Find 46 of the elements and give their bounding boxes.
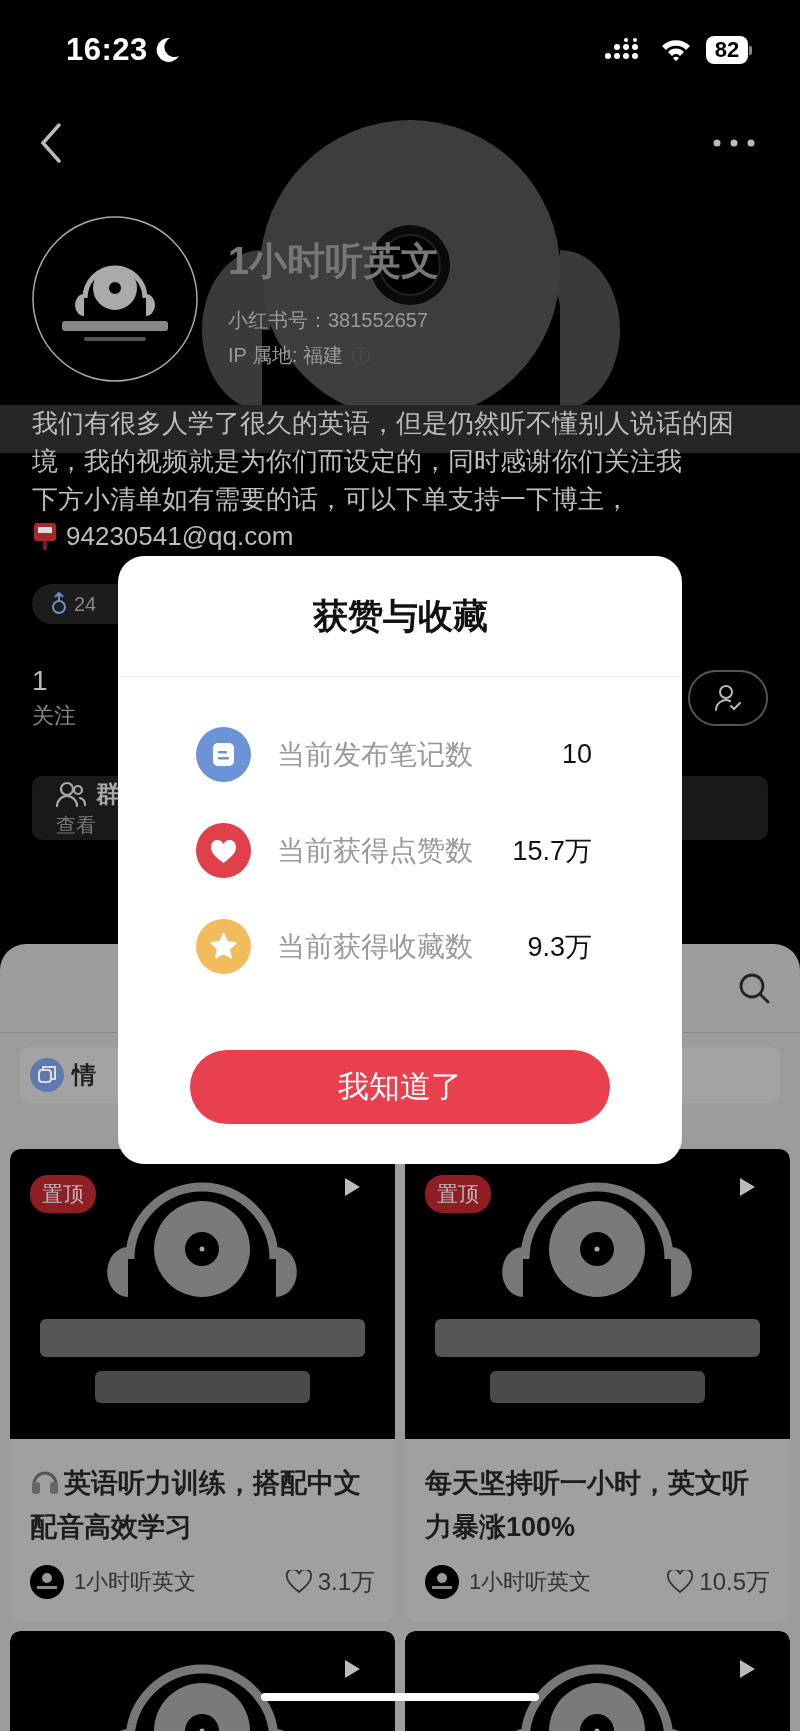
- pinned-badge: 置顶: [30, 1175, 96, 1213]
- group-title: 群: [96, 778, 120, 809]
- stat-value: 10: [561, 739, 592, 770]
- stat-label: 当前发布笔记数: [277, 737, 474, 772]
- play-icon: [738, 1659, 756, 1679]
- avatar-icon: [32, 216, 198, 382]
- bio-text: 下方小清单如有需要的话，可以下单支持一下博主，: [32, 483, 631, 516]
- profile-name: 1小时听英文: [228, 239, 440, 284]
- stat-count: 1: [32, 665, 48, 697]
- pinned-badge: 置顶: [425, 1175, 491, 1213]
- author-avatar-icon: [30, 1565, 64, 1599]
- stat-value: 15.7万: [512, 834, 592, 868]
- stat-label: 当前获得点赞数: [277, 833, 474, 868]
- play-icon: [343, 1659, 361, 1679]
- mailbox-icon: [32, 521, 58, 551]
- group-subtitle: 查看: [56, 812, 97, 838]
- heart-icon[interactable]: [667, 1570, 694, 1594]
- stat-label: 关注: [32, 702, 76, 730]
- heart-icon[interactable]: [285, 1570, 312, 1594]
- follow-button[interactable]: [688, 670, 768, 726]
- more-icon[interactable]: [712, 138, 756, 148]
- author-name: 1小时听英文: [74, 1568, 198, 1596]
- dialog-title: 获赞与收藏: [118, 556, 682, 677]
- male-icon: [50, 592, 68, 616]
- people-icon: [56, 779, 86, 808]
- person-check-icon[interactable]: [713, 683, 743, 713]
- time: 16:23: [66, 32, 148, 68]
- note-title[interactable]: 英语听力训练，搭配中文配音高效学习: [30, 1461, 375, 1549]
- play-icon: [738, 1177, 756, 1197]
- like-count[interactable]: 3.1万: [285, 1566, 375, 1598]
- account-id: 小红书号：381552657: [228, 308, 430, 333]
- bio-text: 我们有很多人学了很久的英语，但是仍然听不懂别人说话的困境，我的视频就是为你们而设定的，同时感谢你们关注我: [32, 407, 735, 478]
- play-icon: [343, 1177, 361, 1197]
- ip-location: IP 属地: 福建: [228, 343, 344, 368]
- author-name: 1小时听英文: [469, 1568, 593, 1596]
- stat-value: 9.3万: [527, 930, 592, 964]
- like-count[interactable]: 10.5万: [667, 1566, 770, 1598]
- moon-icon: [155, 37, 180, 63]
- wifi-icon: [660, 38, 692, 62]
- author-avatar-icon: [425, 1565, 459, 1599]
- email-text: 94230541@qq.com: [66, 520, 294, 553]
- stat-label: 当前获得收藏数: [277, 929, 474, 964]
- search-button[interactable]: [738, 972, 770, 1004]
- confirm-button[interactable]: 我知道了: [190, 1050, 610, 1124]
- note-icon: [196, 727, 251, 782]
- note-title[interactable]: 每天坚持听一小时，英文听力暴涨100%: [425, 1461, 770, 1549]
